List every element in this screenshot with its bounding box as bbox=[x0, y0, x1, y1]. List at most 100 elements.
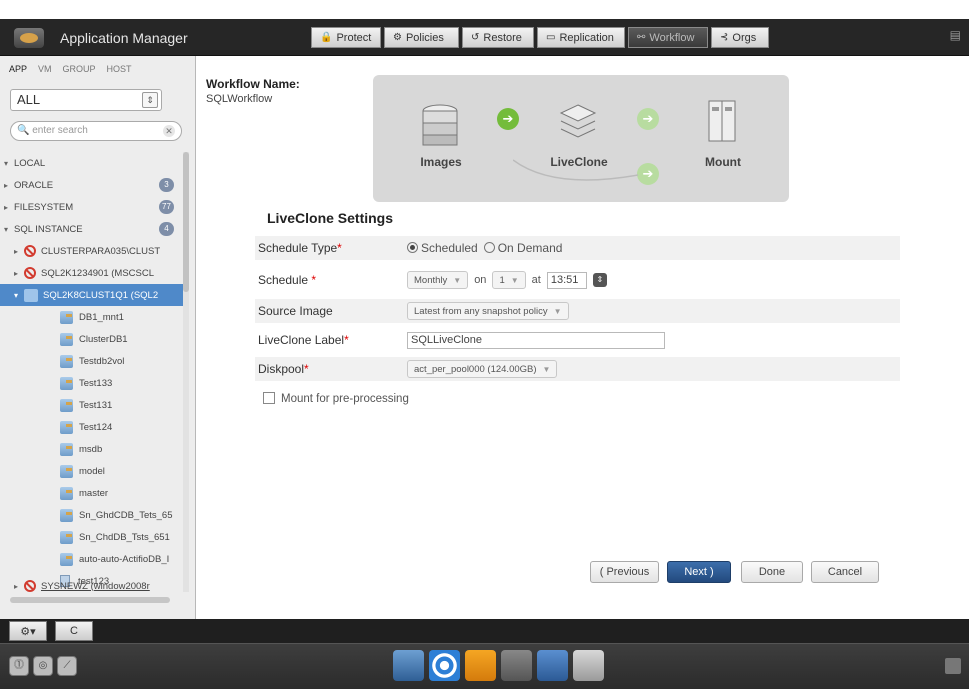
app-dock bbox=[393, 650, 604, 681]
frequency-select[interactable]: Monthly ▼ bbox=[407, 271, 469, 289]
app-window: Application Manager 🔒 Protect ⚙ Policies ↺… bbox=[0, 0, 969, 689]
day-value: 1 bbox=[499, 274, 505, 286]
tab-replication[interactable]: ▭ Replication bbox=[537, 27, 625, 48]
application-manager-icon[interactable] bbox=[501, 650, 532, 681]
previous-button[interactable]: ( Previous bbox=[590, 561, 659, 583]
tree-node-database[interactable]: master bbox=[0, 482, 184, 504]
tab-policies-label: Policies bbox=[405, 31, 444, 44]
settings-icon[interactable]: ◎ bbox=[33, 656, 53, 676]
day-select[interactable]: 1 ▼ bbox=[492, 271, 526, 289]
search-placeholder: enter search bbox=[32, 125, 88, 136]
tree-node-database[interactable]: DB1_mnt1 bbox=[0, 306, 184, 328]
sidebar-horizontal-scrollbar[interactable] bbox=[10, 597, 170, 603]
cancel-button[interactable]: Cancel bbox=[811, 561, 879, 583]
main-panel: Workflow Name: SQLWorkflow Images ➔ Live… bbox=[197, 56, 969, 619]
tools-icon[interactable]: ⟋ bbox=[57, 656, 77, 676]
caret-down-icon: ▾ bbox=[4, 158, 9, 168]
tree-node-database[interactable]: Sn_ChdDB_Tsts_651 bbox=[0, 526, 184, 548]
tree-node-label: Test131 bbox=[79, 399, 113, 411]
tab-orgs-label: Orgs bbox=[732, 31, 757, 44]
tab-workflow-label: Workflow bbox=[649, 31, 695, 44]
tree-node-local[interactable]: ▾ LOCAL bbox=[0, 152, 184, 174]
tree-node-label: msdb bbox=[79, 443, 103, 455]
radio-on-icon bbox=[407, 242, 418, 253]
tree-node-instance[interactable]: ▸ SQL2K1234901 (MSCSCL bbox=[0, 262, 184, 284]
liveclone-label-text: LiveClone Label bbox=[258, 333, 345, 347]
database-icon bbox=[60, 398, 73, 412]
caret-right-icon: ▸ bbox=[14, 581, 19, 591]
report-manager-icon[interactable] bbox=[537, 650, 568, 681]
tab-orgs[interactable]: ⊰ Orgs bbox=[711, 27, 769, 48]
sidebar-tab-group[interactable]: GROUP bbox=[63, 64, 96, 74]
tree-node-database[interactable]: auto-auto-ActifioDB_I bbox=[0, 548, 184, 570]
tree-node-oracle[interactable]: ▸ ORACLE 3 bbox=[0, 174, 184, 196]
tree-node-instance[interactable]: ▸ CLUSTERPARA035\CLUST bbox=[0, 240, 184, 262]
caret-right-icon: ▸ bbox=[4, 180, 9, 190]
search-input[interactable]: 🔍 enter search ✕ bbox=[10, 121, 182, 141]
info-icon[interactable]: ⓵ bbox=[9, 656, 29, 676]
tree-node-instance[interactable]: ▸ SYSNEWZ (window2008r bbox=[0, 575, 184, 597]
schedule-type-label: Schedule Type* bbox=[258, 241, 342, 255]
tree-node-label: CLUSTERPARA035\CLUST bbox=[41, 245, 161, 257]
source-image-select[interactable]: Latest from any snapshot policy ▼ bbox=[407, 302, 569, 320]
mount-checkbox-label: Mount for pre-processing bbox=[281, 392, 409, 405]
storage-manager-icon[interactable] bbox=[465, 650, 496, 681]
window-menu-icon[interactable]: ▤ bbox=[950, 28, 961, 42]
tab-restore[interactable]: ↺ Restore bbox=[462, 27, 534, 48]
radio-on-demand[interactable]: On Demand bbox=[483, 241, 562, 255]
schedule-controls: Monthly ▼ on 1 ▼ at 13:51 ⇕ bbox=[407, 271, 607, 289]
radio-scheduled[interactable]: Scheduled bbox=[407, 241, 478, 255]
tree-node-filesystem[interactable]: ▸ FILESYSTEM 77 bbox=[0, 196, 184, 218]
tree-node-database[interactable]: model bbox=[0, 460, 184, 482]
sidebar-tab-app[interactable]: APP bbox=[9, 64, 27, 74]
diskpool-select[interactable]: act_per_pool000 (124.00GB) ▼ bbox=[407, 360, 558, 378]
help-book-icon[interactable] bbox=[945, 658, 961, 674]
tree-node-label: ClusterDB1 bbox=[79, 333, 128, 345]
time-stepper-icon[interactable]: ⇕ bbox=[592, 273, 607, 287]
sidebar-tab-host[interactable]: HOST bbox=[107, 64, 132, 74]
diskpool-controls: act_per_pool000 (124.00GB) ▼ bbox=[407, 360, 558, 378]
tree-node-database[interactable]: Testdb2vol bbox=[0, 350, 184, 372]
schedule-type-label-text: Schedule Type bbox=[258, 241, 338, 255]
tab-protect[interactable]: 🔒 Protect bbox=[311, 27, 381, 48]
refresh-button[interactable]: C bbox=[55, 621, 93, 641]
diskpool-label: Diskpool* bbox=[258, 362, 309, 376]
schedule-type-options: Scheduled On Demand bbox=[407, 241, 562, 255]
tree-node-label: Test133 bbox=[79, 377, 113, 389]
tree-node-label: master bbox=[79, 487, 109, 499]
tree-node-database[interactable]: Test133 bbox=[0, 372, 184, 394]
sidebar-scrollbar[interactable] bbox=[183, 152, 189, 592]
step-mount-label: Mount bbox=[705, 155, 741, 169]
time-input[interactable]: 13:51 bbox=[546, 271, 587, 289]
sidebar-tab-vm[interactable]: VM bbox=[38, 64, 52, 74]
sidebar-scroll-thumb[interactable] bbox=[183, 152, 189, 292]
domain-manager-icon[interactable] bbox=[393, 650, 424, 681]
tree-node-database[interactable]: ClusterDB1 bbox=[0, 328, 184, 350]
done-button[interactable]: Done bbox=[741, 561, 803, 583]
database-icon bbox=[60, 420, 73, 434]
tree-node-database[interactable]: Test124 bbox=[0, 416, 184, 438]
tree-node-instance-selected[interactable]: ▾ SQL2K8CLUST1Q1 (SQL2 bbox=[0, 284, 184, 306]
not-protected-icon bbox=[24, 580, 36, 592]
workflow-diagram: Images ➔ LiveClone ➔ ➔ Mount bbox=[373, 75, 789, 202]
tree-node-database[interactable]: Test131 bbox=[0, 394, 184, 416]
mount-checkbox[interactable]: Mount for pre-processing bbox=[263, 391, 409, 405]
liveclone-label-input[interactable]: SQLLiveClone bbox=[407, 331, 665, 349]
clear-search-icon[interactable]: ✕ bbox=[163, 125, 175, 137]
next-button[interactable]: Next ) bbox=[667, 561, 731, 583]
filter-select[interactable]: ALL ⇕ bbox=[10, 89, 162, 111]
sla-architect-icon[interactable] bbox=[429, 650, 460, 681]
tab-policies[interactable]: ⚙ Policies bbox=[384, 27, 459, 48]
dropdown-arrow-icon: ▼ bbox=[542, 364, 551, 374]
count-badge: 4 bbox=[159, 222, 174, 236]
tree-node-label: ORACLE bbox=[14, 179, 54, 191]
tree-node-label: Test124 bbox=[79, 421, 113, 433]
liveclone-label-row: LiveClone Label* SQLLiveClone bbox=[255, 328, 900, 352]
tree-node-database[interactable]: msdb bbox=[0, 438, 184, 460]
settings-menu-button[interactable]: ⚙▾ bbox=[9, 621, 47, 641]
system-monitor-icon[interactable] bbox=[573, 650, 604, 681]
dock-bar: ⓵ ◎ ⟋ bbox=[0, 643, 969, 689]
tree-node-database[interactable]: Sn_GhdCDB_Tets_65 bbox=[0, 504, 184, 526]
tab-workflow[interactable]: ⚯ Workflow bbox=[628, 27, 708, 48]
tree-node-sql-instance[interactable]: ▾ SQL INSTANCE 4 bbox=[0, 218, 184, 240]
